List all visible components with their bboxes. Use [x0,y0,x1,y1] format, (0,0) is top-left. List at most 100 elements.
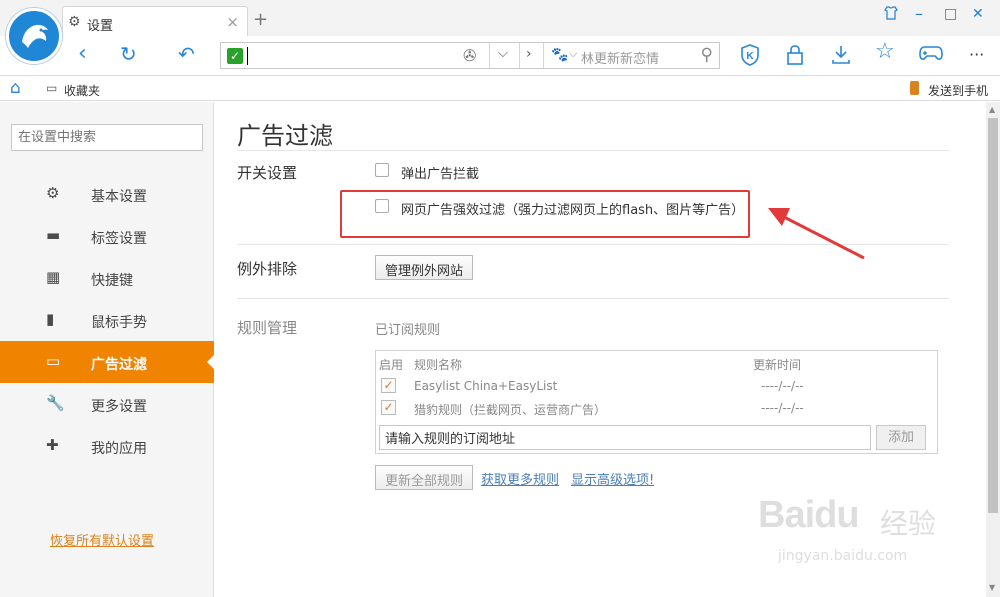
sidebar-item-more-settings[interactable]: 🔧 更多设置 [0,383,214,425]
rule-updated: ----/--/-- [761,379,804,393]
browser-logo[interactable] [6,8,62,64]
scroll-down-icon[interactable]: ▼ [989,583,995,592]
sidebar-item-label: 我的应用 [91,441,147,457]
back-button[interactable]: ‹ [78,43,87,65]
tab-title: 设置 [87,19,114,34]
folder-icon: ▭ [46,81,58,95]
forward-arrow-icon[interactable]: › [526,46,532,62]
cheetah-logo-icon [22,24,48,48]
sidebar-item-basic[interactable]: ⚙ 基本设置 [0,173,214,215]
sidebar-item-tabs[interactable]: ▬ 标签设置 [0,215,214,257]
manage-exceptions-button[interactable]: 管理例外网站 [375,255,474,280]
rule-name: Easylist China+EasyList [414,379,558,393]
exceptions-label: 例外排除 [237,260,298,278]
new-tab-button[interactable]: + [253,11,268,29]
title-bar: ⚙ 设置 × + – □ ✕ [0,0,1000,36]
rule-updated: ----/--/-- [761,401,804,415]
restore-defaults-link[interactable]: 恢复所有默认设置 [50,530,154,549]
show-advanced-link[interactable]: 显示高级选项! [571,469,654,488]
sidebar-item-label: 广告过滤 [91,357,147,373]
watermark: Baidu 经验 jingyan.baidu.com [758,492,948,580]
search-icon[interactable]: ⚲ [701,45,713,65]
rules-management-label: 规则管理 [237,319,298,337]
skin-icon[interactable] [884,6,898,24]
address-bar[interactable]: ✓ ✇ ⌵ › 🐾 ⌵ 林更新新恋情 ⚲ [220,42,720,69]
keyboard-icon: ▦ [46,268,61,286]
add-rule-button[interactable]: 添加 [876,425,926,450]
annotation-highlight-box [340,190,750,238]
divider [237,150,949,151]
settings-sidebar: ⚙ 基本设置 ▬ 标签设置 ▦ 快捷键 ▮ 鼠标手势 ▭ 广告过滤 🔧 更多设置… [0,102,215,597]
divider [543,43,544,68]
watermark-brand: Baidu [758,494,860,536]
sidebar-item-my-apps[interactable]: ✚ 我的应用 [0,425,214,467]
scroll-up-icon[interactable]: ▲ [989,105,995,114]
more-menu-icon[interactable]: ··· [969,44,984,66]
lock-icon[interactable] [786,44,804,70]
undo-close-button[interactable]: ↶ [178,43,195,65]
engine-dropdown-icon[interactable]: ⌵ [569,47,577,61]
text-caret [247,47,248,65]
column-header-enabled: 启用 [379,358,404,372]
rule-enabled-checkbox[interactable]: ✓ [381,400,396,415]
watermark-url: jingyan.baidu.com [778,548,908,564]
rule-enabled-checkbox[interactable]: ✓ [381,378,396,393]
get-more-rules-link[interactable]: 获取更多规则 [481,469,559,488]
divider [237,298,949,299]
column-header-updated: 更新时间 [753,358,802,372]
baidu-paw-icon[interactable]: 🐾 [551,47,568,63]
maximize-button[interactable]: □ [944,6,957,22]
column-header-name: 规则名称 [414,358,463,372]
scroll-thumb[interactable] [988,118,998,513]
popup-block-label[interactable]: 弹出广告拦截 [401,163,479,182]
sidebar-item-shortcuts[interactable]: ▦ 快捷键 [0,257,214,299]
settings-search-input[interactable] [11,124,203,151]
gear-icon: ⚙ [46,184,60,202]
subscribe-url-input[interactable] [379,425,871,450]
send-to-phone-link[interactable]: 发送到手机 [928,82,988,99]
toolbar: ‹ ↻ ↶ ✓ ✇ ⌵ › 🐾 ⌵ 林更新新恋情 ⚲ K ☆ ··· [0,36,1000,76]
sidebar-item-label: 鼠标手势 [91,315,147,331]
minimize-button[interactable]: – [915,4,923,23]
popup-block-checkbox[interactable] [375,163,389,177]
search-hint[interactable]: 林更新新恋情 [581,48,659,67]
update-all-rules-button[interactable]: 更新全部规则 [375,465,474,490]
close-window-button[interactable]: ✕ [972,6,984,22]
download-icon[interactable] [831,44,851,70]
watermark-cn: 经验 [880,507,937,540]
divider [519,43,520,68]
rules-table: 启用 规则名称 更新时间 ✓ Easylist China+EasyList -… [375,350,938,454]
divider [489,43,490,68]
svg-text:K: K [746,51,754,62]
puzzle-icon: ✚ [46,436,59,454]
secure-check-icon: ✓ [227,48,243,64]
favorite-star-icon[interactable]: ☆ [875,41,895,63]
subscribed-rules-label: 已订阅规则 [375,323,441,338]
chevron-down-icon[interactable]: ⌵ [498,46,508,61]
phone-icon [910,81,919,95]
favorites-link[interactable]: 收藏夹 [64,82,100,99]
rule-name: 猎豹规则（拦截网页、运营商广告） [414,403,607,417]
wrench-icon: 🔧 [46,394,65,412]
gear-icon: ⚙ [68,14,81,30]
tab-icon: ▬ [46,226,61,244]
tab-settings[interactable]: ⚙ 设置 × [62,6,248,36]
page-title: 广告过滤 [237,122,333,150]
gamepad-icon[interactable] [919,44,943,67]
vertical-scrollbar[interactable]: ▲ ▼ [986,102,1000,597]
sidebar-item-label: 更多设置 [91,399,147,415]
sidebar-item-ad-filter[interactable]: ▭ 广告过滤 [0,341,215,383]
speed-fan-icon[interactable]: ✇ [463,46,476,65]
window-icon: ▭ [46,352,61,370]
refresh-button[interactable]: ↻ [120,43,137,65]
sidebar-item-label: 快捷键 [91,273,133,289]
shield-k-icon[interactable]: K [740,44,760,71]
switch-settings-label: 开关设置 [237,164,298,182]
annotation-arrow-icon [768,208,865,260]
close-tab-icon[interactable]: × [226,13,239,31]
sidebar-item-mouse-gestures[interactable]: ▮ 鼠标手势 [0,299,214,341]
sidebar-item-label: 标签设置 [91,231,147,247]
mouse-icon: ▮ [46,310,55,328]
home-icon[interactable]: ⌂ [10,78,21,98]
table-row: ✓ 猎豹规则（拦截网页、运营商广告） ----/--/-- [376,397,937,419]
